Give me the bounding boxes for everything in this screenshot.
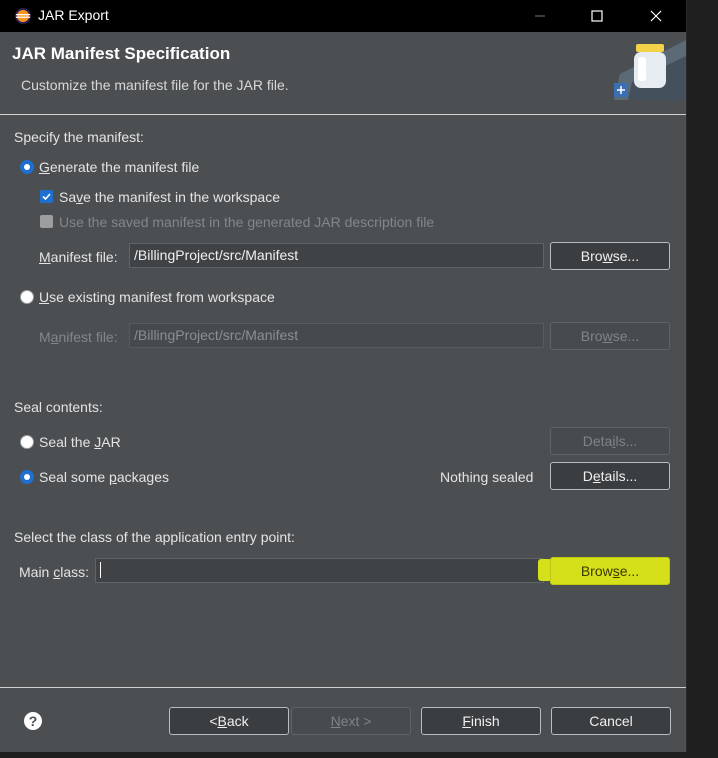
browse-manifest-button[interactable]: Bro w se... xyxy=(550,242,670,270)
header-separator xyxy=(0,114,686,115)
browse-main-class-button[interactable]: Brow s e... xyxy=(550,557,670,585)
seal-some-packages-radio[interactable] xyxy=(20,470,34,484)
main-class-input[interactable] xyxy=(95,558,544,583)
save-manifest-checkbox[interactable] xyxy=(40,190,53,203)
seal-jar-details-button: Deta i ls... xyxy=(550,427,670,455)
minimize-icon xyxy=(535,15,545,17)
checkmark-icon xyxy=(42,193,51,201)
seal-some-packages-label[interactable]: Seal some packages xyxy=(39,469,169,485)
cancel-button[interactable]: Cancel xyxy=(551,707,671,735)
generate-manifest-radio[interactable] xyxy=(20,160,34,174)
seal-jar-label[interactable]: Seal the JAR xyxy=(39,434,121,450)
maximize-button[interactable] xyxy=(575,0,619,32)
eclipse-icon xyxy=(15,8,31,24)
seal-packages-details-button[interactable]: De tails... xyxy=(550,462,670,490)
close-icon xyxy=(650,10,662,22)
use-existing-manifest-label[interactable]: Use existing manifest from workspace xyxy=(39,289,275,305)
specify-manifest-label: Specify the manifest: xyxy=(14,129,144,145)
next-button: Next > xyxy=(291,707,411,735)
manifest-file-label: Manifest file: xyxy=(39,249,118,265)
page-description: Customize the manifest file for the JAR … xyxy=(21,77,289,93)
use-existing-manifest-radio[interactable] xyxy=(20,290,34,304)
help-icon[interactable]: ? xyxy=(23,711,43,731)
window-title: JAR Export xyxy=(38,7,109,23)
finish-button[interactable]: Finish xyxy=(421,707,541,735)
manifest-file-input[interactable]: /BillingProject/src/Manifest xyxy=(129,243,544,268)
seal-contents-label: Seal contents: xyxy=(14,399,103,415)
existing-manifest-file-label: Manifest file: xyxy=(39,329,118,345)
save-manifest-label[interactable]: Save the manifest in the workspace xyxy=(59,189,280,205)
back-button[interactable]: < Back xyxy=(169,707,289,735)
use-saved-manifest-label: Use the saved manifest in the generated … xyxy=(59,214,435,230)
generate-manifest-label[interactable]: Generate the manifest file xyxy=(39,159,199,175)
main-class-label: Main class: xyxy=(19,564,90,580)
title-bar: JAR Export xyxy=(0,0,686,32)
jar-banner-icon xyxy=(614,40,686,100)
maximize-icon xyxy=(591,10,603,22)
minimize-button[interactable] xyxy=(518,0,562,32)
footer-separator xyxy=(0,687,686,688)
use-saved-manifest-checkbox xyxy=(40,215,53,228)
text-cursor xyxy=(100,562,101,578)
existing-manifest-file-input: /BillingProject/src/Manifest xyxy=(129,323,544,348)
browse-existing-manifest-button: Bro w se... xyxy=(550,322,670,350)
sealed-status-text: Nothing sealed xyxy=(440,469,534,485)
page-title: JAR Manifest Specification xyxy=(12,44,231,63)
entry-point-label: Select the class of the application entr… xyxy=(14,529,295,545)
seal-jar-radio[interactable] xyxy=(20,435,34,449)
close-button[interactable] xyxy=(634,0,678,32)
svg-text:?: ? xyxy=(29,713,38,729)
